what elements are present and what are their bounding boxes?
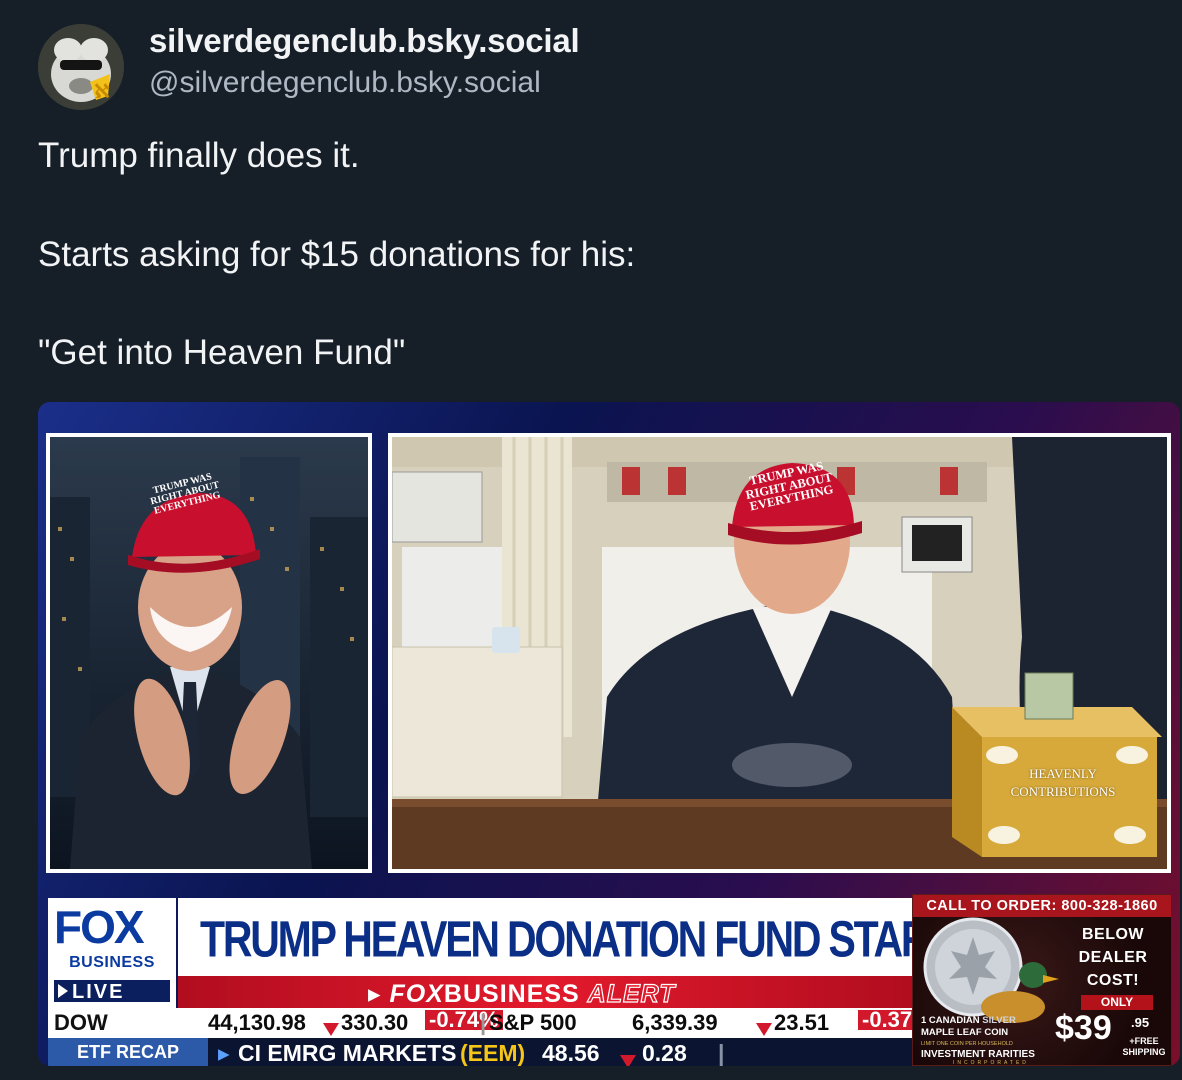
ad-limit-note: LIMIT ONE COIN PER HOUSEHOLD [921, 1041, 1013, 1047]
ad-below-dealer-cost: BELOW DEALER COST! [1063, 923, 1163, 993]
ticker-sp-value: 6,339.39 [632, 1010, 718, 1035]
stock-ticker: DOW 44,130.98 330.30 -0.74% | S&P 500 6,… [48, 1008, 936, 1038]
ad-coin-line-1: 1 CANADIAN [921, 1015, 980, 1026]
display-name[interactable]: silverdegenclub.bsky.social [149, 22, 580, 60]
post-card: ℵ silverdegenclub.bsky.social @silverdeg… [0, 0, 1182, 1080]
etf-change: 0.28 [642, 1040, 687, 1066]
ad-below-1: BELOW [1081, 926, 1145, 943]
ad-shipping: +FREE SHIPPING [1119, 1036, 1169, 1058]
coin-advertisement: CALL TO ORDER: 800-328-1860 BELOW DEALER… [912, 894, 1172, 1066]
avatar[interactable]: ℵ [38, 24, 124, 110]
box-label-line-2: CONTRIBUTIONS [1010, 783, 1116, 799]
down-arrow-icon [620, 1047, 636, 1066]
ad-below-2: DEALER [1078, 949, 1148, 967]
etf-name: CI EMRG MARKETS [238, 1040, 457, 1066]
avatar-image: ℵ [38, 24, 124, 110]
donation-box-label: HEAVENLY CONTRIBUTIONS [998, 765, 1128, 800]
ad-coin-silver: SILVER [982, 1015, 1016, 1026]
ad-cents: .95 [1131, 1015, 1150, 1030]
post-text-line-1: Trump finally does it. [38, 136, 360, 175]
etf-recap-tag: ETF RECAP [48, 1038, 208, 1066]
live-badge: LIVE [52, 978, 172, 1004]
alert-business: BUSINESS [443, 980, 580, 1008]
user-handle[interactable]: @silverdegenclub.bsky.social [149, 66, 541, 100]
fox-business-logo: FOX BUSINESS LIVE [48, 898, 176, 1008]
ticker-dow-change: 330.30 [341, 1010, 409, 1035]
ad-coin-line-2: MAPLE LEAF COIN [921, 1027, 1009, 1039]
ad-price: $39 [1055, 1009, 1112, 1047]
alert-text: ▸ FOXBUSINESS ALERT [368, 979, 676, 1009]
ad-only: ONLY [1081, 995, 1153, 1010]
alert-word: ALERT [587, 979, 676, 1008]
right-video-panel: TRUMP WAS RIGHT ABOUT EVERYTHING HEAVENL… [388, 433, 1171, 873]
logo-fox-text: FOX [54, 901, 145, 953]
ad-brand: INVESTMENT RARITIES [921, 1049, 1035, 1060]
ticker-sp-change: 23.51 [774, 1010, 830, 1035]
box-label-line-1: HEAVENLY [1029, 766, 1097, 781]
ticker-dow-label: DOW [54, 1010, 108, 1035]
alert-bar: ▸ FOXBUSINESS ALERT [178, 976, 912, 1009]
live-text: LIVE [72, 981, 125, 1003]
alert-arrow-icon: ▸ [368, 980, 390, 1008]
live-arrow-icon [58, 984, 68, 998]
ticker-sp-label: S&P 500 [489, 1010, 577, 1035]
etf-arrow-icon: ▸ [218, 1040, 230, 1066]
etf-symbol: (EEM) [460, 1040, 526, 1066]
etf-ticker: ETF RECAP ▸ CI EMRG MARKETS (EEM) 48.56 … [48, 1038, 912, 1066]
ad-shipping-text: +FREE SHIPPING [1122, 1036, 1166, 1057]
ad-coin-label: 1 CANADIAN SILVER MAPLE LEAF COIN [921, 1015, 1016, 1040]
ad-brand-sub: INCORPORATED [953, 1060, 1029, 1066]
svg-text:ℵ: ℵ [94, 79, 110, 103]
left-video-panel: TRUMP WAS RIGHT ABOUT EVERYTHING [46, 433, 372, 873]
alert-fox: FOX [389, 980, 444, 1008]
logo-business-text: BUSINESS [69, 954, 155, 971]
etf-value: 48.56 [542, 1040, 600, 1066]
post-text-line-3: "Get into Heaven Fund" [38, 333, 406, 372]
post-text-line-2: Starts asking for $15 donations for his: [38, 235, 636, 274]
ad-below-3: COST! [1086, 972, 1140, 990]
embedded-image[interactable]: TRUMP WAS RIGHT ABOUT EVERYTHING TRUMP W… [38, 402, 1180, 1066]
ticker-dow-value: 44,130.98 [208, 1010, 306, 1035]
headline-bar: TRUMP HEAVEN DONATION FUND STARTS TODAY! [178, 898, 1127, 976]
